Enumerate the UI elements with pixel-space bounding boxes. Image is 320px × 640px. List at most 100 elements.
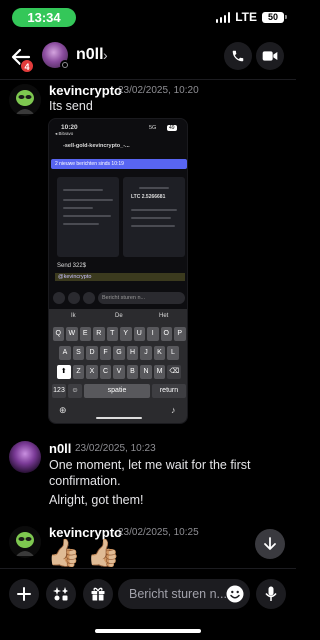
emoji-icon[interactable] (226, 585, 244, 603)
keyboard-key: E (79, 327, 91, 341)
message-text: Its send (49, 99, 93, 113)
status-time: 13:34 (12, 8, 76, 27)
conversation-title[interactable]: n0ll (76, 46, 104, 64)
home-indicator (95, 629, 201, 633)
keyboard-row: 123 ☺ spatie return (49, 384, 187, 398)
attachment-time: 10:20 (61, 124, 78, 131)
attachment-mention: @kevincrypto (55, 273, 185, 281)
microphone-icon (265, 586, 277, 601)
keyboard-key: R (93, 327, 105, 341)
keyboard-key: G (113, 346, 125, 360)
keyboard-key: K (153, 346, 166, 360)
network-label: LTE (235, 10, 257, 24)
call-button[interactable] (224, 42, 252, 70)
image-attachment[interactable]: 10:20 ◂ Bitvavo 5G 49 -sell-gold-kevincr… (48, 118, 188, 424)
message-text: One moment, let me wait for the first co… (49, 458, 251, 488)
keyboard-key: C (99, 365, 112, 379)
keyboard-key: L (167, 346, 179, 360)
keyboard-key: F (99, 346, 112, 360)
status-indicators: LTE 50 (215, 10, 287, 24)
message-author[interactable]: n0ll (49, 441, 71, 456)
message-timestamp: 23/02/2025, 10:20 (118, 85, 199, 96)
globe-icon: ⊕ (59, 405, 67, 415)
voice-message-button[interactable] (256, 579, 286, 609)
battery-icon: 50 (262, 11, 287, 23)
signal-icon (215, 11, 231, 23)
video-call-button[interactable] (256, 42, 284, 70)
keyboard-key: D (86, 346, 98, 360)
keyboard: Ik De Het QWERTYUIOP ASDFGHJKL ⬆ ZXCVBNM… (49, 309, 187, 423)
return-key: return (152, 384, 186, 398)
attachment-send-text: Send 322$ (57, 263, 87, 269)
message-emoji: 👍🏼👍🏼 (47, 538, 127, 568)
keyboard-row: QWERTYUIOP (49, 327, 187, 341)
phone-icon (232, 50, 244, 62)
suggestion: De (115, 313, 123, 319)
space-key: spatie (84, 384, 150, 398)
embed-left (57, 177, 119, 257)
embed-title: LTC 2.5266681 (131, 194, 166, 200)
keyboard-key: U (133, 327, 145, 341)
gift-icon (91, 587, 105, 601)
avatar[interactable] (9, 441, 41, 473)
message-author[interactable]: kevincrypto (49, 83, 122, 98)
keyboard-key: J (140, 346, 152, 360)
add-attachment-button[interactable] (9, 579, 39, 609)
gift-button[interactable] (83, 579, 113, 609)
video-camera-icon (262, 51, 278, 61)
message-input-placeholder: Bericht sturen n... (129, 587, 227, 601)
keyboard-key: M (153, 365, 166, 379)
shift-key: ⬆ (56, 365, 71, 379)
new-messages-banner: 2 nieuwe berichten sinds 10:19 (51, 159, 187, 169)
numbers-key: 123 (52, 384, 66, 398)
keyboard-key: N (140, 365, 152, 379)
keyboard-key: O (160, 327, 172, 341)
message-timestamp: 23/02/2025, 10:25 (118, 527, 199, 538)
arrow-down-icon (264, 537, 276, 550)
message-input[interactable]: Bericht sturen n... (118, 579, 250, 609)
keyboard-key: A (59, 346, 71, 360)
keyboard-key: T (106, 327, 118, 341)
keyboard-key: V (113, 365, 125, 379)
attachment-input: Bericht sturen n... (98, 292, 185, 304)
avatar-illustration (9, 84, 41, 116)
message-text: Alright, got them! (49, 493, 144, 507)
keyboard-key: S (72, 346, 85, 360)
emoji-key: ☺ (68, 384, 82, 398)
backspace-key: ⌫ (167, 365, 182, 379)
keyboard-key: P (174, 327, 186, 341)
unread-badge: 4 (20, 59, 34, 73)
suggestion: Het (159, 313, 169, 319)
keyboard-key: I (147, 327, 159, 341)
attachment-battery: 49 (167, 125, 177, 131)
chat-header: 4 n0ll › (0, 34, 296, 80)
keyboard-key: W (66, 327, 78, 341)
apps-button[interactable] (46, 579, 76, 609)
avatar-illustration (9, 526, 41, 558)
keyboard-key: Q (52, 327, 64, 341)
keyboard-row: ASDFGHJKL (49, 346, 187, 360)
status-bar: 13:34 LTE 50 (0, 0, 296, 34)
attachment-channel: -sell-gold-kevincrypto_-... (63, 143, 130, 149)
offline-status-icon (60, 60, 70, 70)
avatar[interactable] (9, 84, 41, 116)
attachment-back-label: ◂ Bitvavo (55, 131, 74, 136)
keyboard-key: Y (120, 327, 132, 341)
home-indicator (96, 417, 142, 419)
mic-icon: ♪ (171, 405, 176, 415)
suggestion: Ik (71, 313, 76, 319)
message-timestamp: 23/02/2025, 10:23 (75, 443, 156, 454)
embed-right: LTC 2.5266681 (123, 177, 185, 257)
keyboard-row: ⬆ ZXCVBNM ⌫ (49, 365, 187, 379)
chevron-right-icon[interactable]: › (103, 47, 108, 63)
keyboard-key: H (126, 346, 139, 360)
scroll-to-bottom-button[interactable] (255, 529, 285, 559)
keyboard-key: B (126, 365, 139, 379)
plus-icon (17, 587, 31, 601)
apps-sparkle-icon (53, 587, 68, 601)
attachment-network: 5G (149, 125, 157, 131)
avatar[interactable] (9, 526, 41, 558)
attachment-input-row: Bericht sturen n... (53, 291, 185, 305)
keyboard-key: Z (72, 365, 85, 379)
keyboard-key: X (86, 365, 98, 379)
